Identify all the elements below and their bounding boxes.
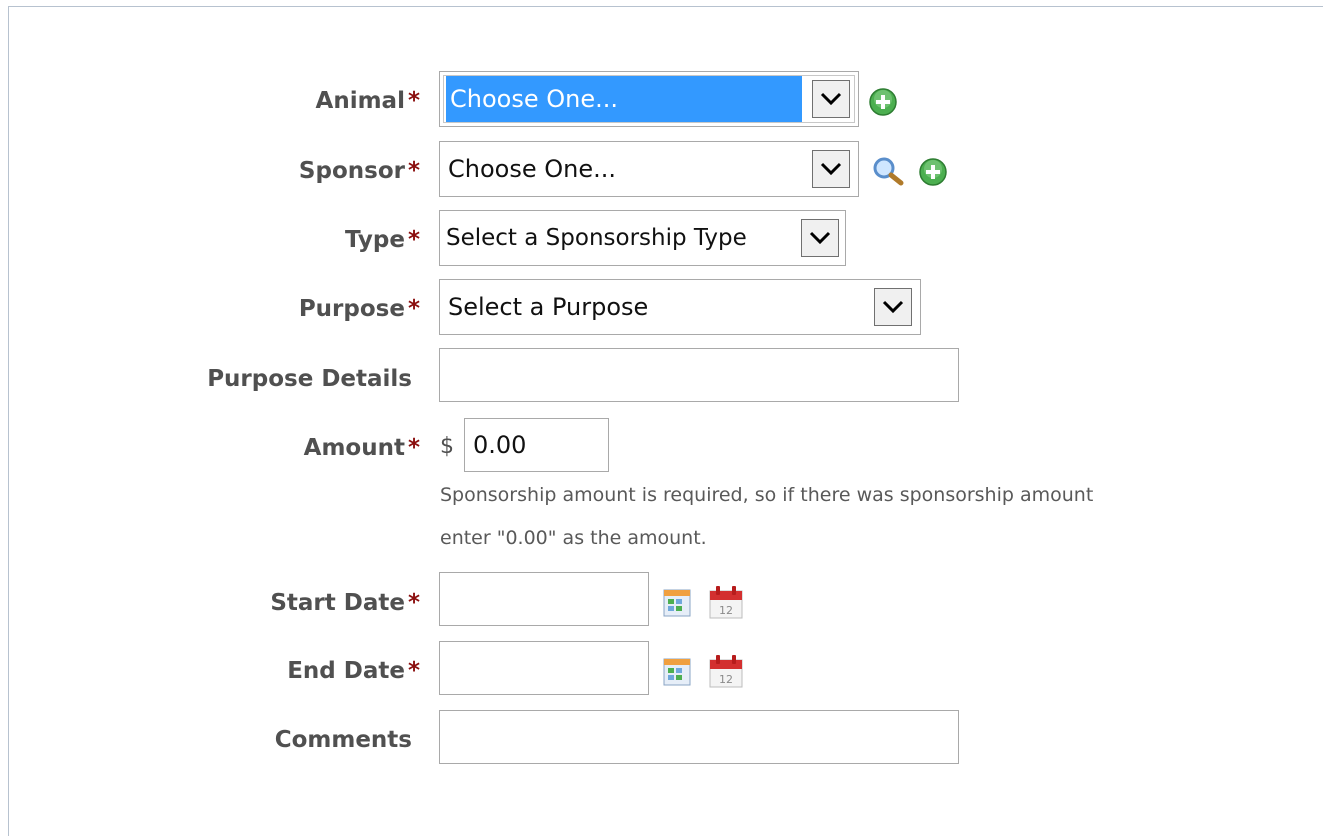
animal-select-value: Choose One...	[446, 76, 802, 122]
animal-label: Animal *	[315, 88, 420, 114]
sponsor-label: Sponsor *	[298, 158, 420, 184]
calendar-today-icon[interactable]: 12	[708, 585, 744, 623]
amount-input[interactable]: 0.00	[464, 418, 609, 472]
end-date-label: End Date *	[287, 658, 420, 684]
sponsor-select[interactable]: Choose One...	[439, 141, 859, 197]
amount-label: Amount *	[303, 435, 420, 461]
comments-input[interactable]	[439, 710, 959, 764]
currency-symbol: $	[440, 434, 454, 459]
animal-select[interactable]: Choose One...	[439, 71, 859, 127]
start-date-input[interactable]	[439, 572, 649, 626]
calendar-picker-icon[interactable]	[663, 589, 691, 621]
end-date-input[interactable]	[439, 641, 649, 695]
purpose-details-label: Purpose Details	[207, 366, 412, 392]
type-select-value: Select a Sponsorship Type	[446, 225, 747, 251]
add-icon[interactable]	[868, 87, 898, 121]
amount-hint-line1: Sponsorship amount is required, so if th…	[440, 484, 1094, 506]
add-icon[interactable]	[918, 157, 948, 191]
chevron-down-icon[interactable]	[801, 219, 839, 257]
svg-text:12: 12	[719, 673, 733, 686]
purpose-select[interactable]: Select a Purpose	[439, 279, 921, 335]
calendar-today-icon[interactable]: 12	[708, 654, 744, 692]
purpose-label: Purpose *	[298, 296, 420, 322]
comments-label: Comments	[274, 727, 412, 753]
purpose-select-value: Select a Purpose	[448, 293, 649, 321]
chevron-down-icon[interactable]	[812, 150, 850, 188]
chevron-down-icon[interactable]	[874, 288, 912, 326]
calendar-picker-icon[interactable]	[663, 658, 691, 690]
type-label: Type *	[344, 227, 420, 253]
chevron-down-icon[interactable]	[812, 80, 850, 118]
amount-hint-line2: enter "0.00" as the amount.	[440, 527, 707, 549]
sponsor-select-value: Choose One...	[448, 155, 616, 183]
svg-text:12: 12	[719, 604, 733, 617]
type-select[interactable]: Select a Sponsorship Type	[439, 210, 846, 266]
purpose-details-input[interactable]	[439, 348, 959, 402]
start-date-label: Start Date *	[270, 590, 420, 616]
search-icon[interactable]	[872, 156, 904, 190]
